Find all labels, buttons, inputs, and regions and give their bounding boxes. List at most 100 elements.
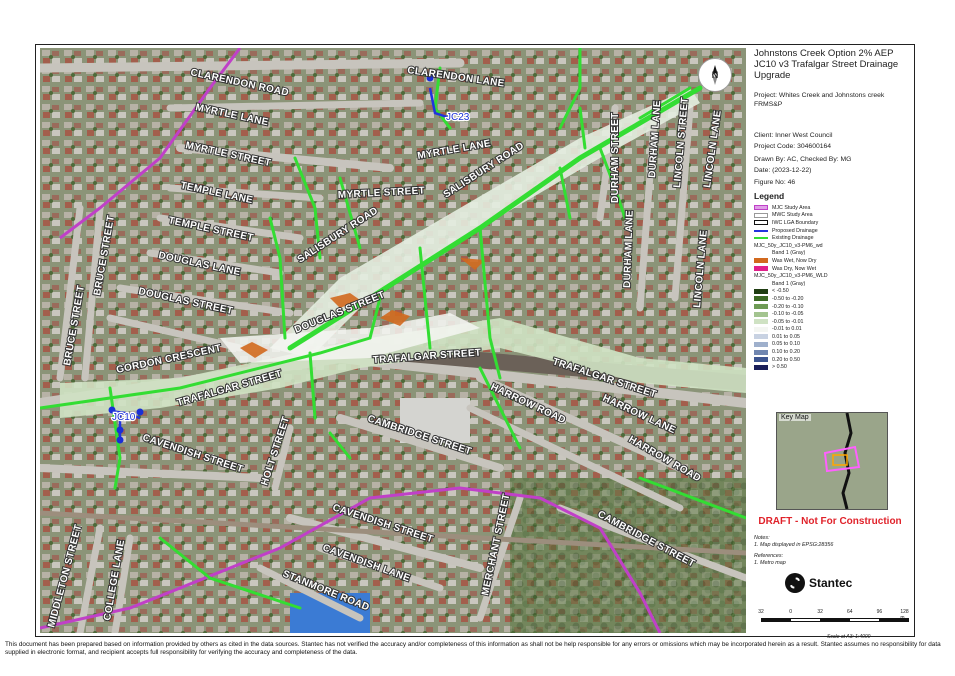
- scale-tick: 64: [847, 609, 853, 615]
- legend-swatch: [754, 220, 768, 226]
- legend-item: Existing Drainage: [754, 234, 909, 242]
- legend-item: Was Wet, Now Dry: [754, 257, 909, 265]
- legend-swatch: [754, 237, 768, 240]
- legend-swatch: [754, 341, 768, 347]
- legend-item: MWC Study Area: [754, 212, 909, 220]
- scale-tick: 32: [758, 609, 764, 615]
- legend-swatch: [754, 311, 768, 317]
- scale-bar-graphic: [761, 618, 909, 622]
- legend-item: 0.05 to 0.10: [754, 341, 909, 349]
- legend-item: > 0.50: [754, 363, 909, 371]
- legend-label: 0.10 to 0.20: [772, 349, 800, 356]
- legend-item: < -0.50: [754, 288, 909, 296]
- legend-item: 0.20 to 0.50: [754, 356, 909, 364]
- legend-item: -0.20 to -0.10: [754, 303, 909, 311]
- legend-item: 0.01 to 0.05: [754, 333, 909, 341]
- legend-swatch: [754, 334, 768, 340]
- node-label-jc23: JC23: [446, 112, 470, 123]
- title-line-2: JC10 v3 Trafalgar Street Drainage: [754, 59, 899, 70]
- legend-item: MJC Study Area: [754, 204, 909, 212]
- references-heading: References:: [754, 553, 784, 559]
- legend-label: Was Dry, Now Wet: [772, 265, 817, 272]
- legend-item: Proposed Drainage: [754, 227, 909, 235]
- legend-label: 0.20 to 0.50: [772, 356, 800, 363]
- legend-swatch: [754, 326, 768, 332]
- figure-number-text: Figure No: 46: [754, 179, 796, 186]
- title-line-1: Johnstons Creek Option 2% AEP: [754, 48, 894, 59]
- info-panel: N Johnstons Creek Option 2% AEP JC10 v3 …: [698, 48, 911, 640]
- legend-swatch: [754, 212, 768, 218]
- legend-item: MJC_50y_JC10_v3-PM6_WLD: [754, 272, 909, 280]
- legend-item: Was Dry, Now Wet: [754, 265, 909, 273]
- legend-label: MJC Study Area: [772, 204, 811, 211]
- legend-swatch: [754, 258, 768, 264]
- key-map-label: Key Map: [779, 414, 811, 421]
- north-letter: N: [711, 70, 719, 80]
- legend-label: -0.20 to -0.10: [772, 303, 804, 310]
- legend-label: MJC_50y_JC10_v3-PM6_WLD: [754, 273, 828, 280]
- logo-text: Stantec: [809, 576, 853, 590]
- legend-label: Existing Drainage: [772, 235, 814, 242]
- legend-label: 0.05 to 0.10: [772, 341, 800, 348]
- map-svg: JC23 JC10 CLARENDON ROAD CLARENDON LANE …: [40, 48, 746, 633]
- reference-1: 1. Metro map: [754, 560, 786, 566]
- legend: MJC Study Area MWC Study Area IWC LGA Boun…: [754, 204, 909, 371]
- legend-swatch: [754, 349, 768, 355]
- map-canvas[interactable]: JC23 JC10 CLARENDON ROAD CLARENDON LANE …: [40, 48, 746, 633]
- map-title: Johnstons Creek Option 2% AEP JC10 v3 Tr…: [754, 48, 909, 81]
- draft-stamp: DRAFT - Not For Construction: [758, 516, 902, 527]
- legend-swatch: [754, 288, 768, 294]
- legend-swatch: [754, 229, 768, 232]
- stantec-logo: Stantec: [785, 573, 852, 593]
- legend-label: Was Wet, Now Dry: [772, 257, 817, 264]
- legend-label: -0.50 to -0.20: [772, 295, 804, 302]
- legend-swatch: [754, 319, 768, 325]
- legend-label: Band 1 (Gray): [772, 250, 806, 257]
- legend-label: > 0.50: [772, 364, 787, 371]
- legend-swatch: [754, 357, 768, 363]
- legend-label: < -0.50: [772, 288, 789, 295]
- legend-item: Band 1 (Gray): [754, 250, 909, 258]
- node-label-jc10: JC10: [112, 412, 136, 423]
- legend-item: 0.10 to 0.20: [754, 348, 909, 356]
- legend-label: 0.01 to 0.05: [772, 333, 800, 340]
- notes: Notes: 1. Map displayed in EPSG:28356 Re…: [754, 535, 909, 567]
- legend-label: MWC Study Area: [772, 212, 813, 219]
- scale-text: Scale at A3: 1:4000: [827, 634, 871, 640]
- legend-label: Proposed Drainage: [772, 227, 818, 234]
- legend-item: MJC_50y_JC10_v3-PM6_wd: [754, 242, 909, 250]
- legend-swatch: [754, 296, 768, 302]
- street-label: DURHAM STREET: [610, 112, 621, 203]
- legend-title: Legend: [754, 191, 785, 201]
- notes-heading: Notes:: [754, 535, 770, 541]
- disclaimer-footer: This document has been prepared based on…: [5, 641, 941, 657]
- legend-swatch: [754, 266, 768, 272]
- drawn-by-text: Drawn By: AC, Checked By: MG: [754, 156, 852, 163]
- client-text: Client: Inner West Council: [754, 132, 833, 139]
- legend-item: -0.10 to -0.05: [754, 310, 909, 318]
- legend-item: -0.05 to -0.01: [754, 318, 909, 326]
- scale-tick: 32: [817, 609, 823, 615]
- legend-item: Band 1 (Gray): [754, 280, 909, 288]
- scale-tick: 96: [876, 609, 883, 615]
- north-arrow-icon: N: [698, 58, 732, 92]
- project-text: Project: Whites Creek and Johnstons cree…: [754, 92, 885, 108]
- key-map[interactable]: Key Map: [776, 412, 888, 510]
- legend-label: MJC_50y_JC10_v3-PM6_wd: [754, 242, 823, 249]
- legend-label: -0.05 to -0.01: [772, 318, 804, 325]
- legend-swatch: [754, 205, 768, 211]
- legend-label: -0.01 to 0.01: [772, 326, 802, 333]
- title-line-3: Upgrade: [754, 70, 791, 81]
- key-map-graphic: [777, 413, 887, 509]
- legend-swatch: [754, 304, 768, 310]
- legend-item: -0.50 to -0.20: [754, 295, 909, 303]
- note-1: 1. Map displayed in EPSG:28356: [754, 542, 834, 548]
- legend-item: IWC LGA Boundary: [754, 219, 909, 227]
- legend-item: -0.01 to 0.01: [754, 326, 909, 334]
- scale-bar: 32 0 32 64 96 128 m: [758, 609, 909, 622]
- scale-ticks: 32 0 32 64 96 128 m: [758, 609, 909, 621]
- legend-label: IWC LGA Boundary: [772, 219, 819, 226]
- stantec-logo-icon: [785, 573, 805, 593]
- legend-label: Band 1 (Gray): [772, 280, 806, 287]
- legend-label: -0.10 to -0.05: [772, 311, 804, 318]
